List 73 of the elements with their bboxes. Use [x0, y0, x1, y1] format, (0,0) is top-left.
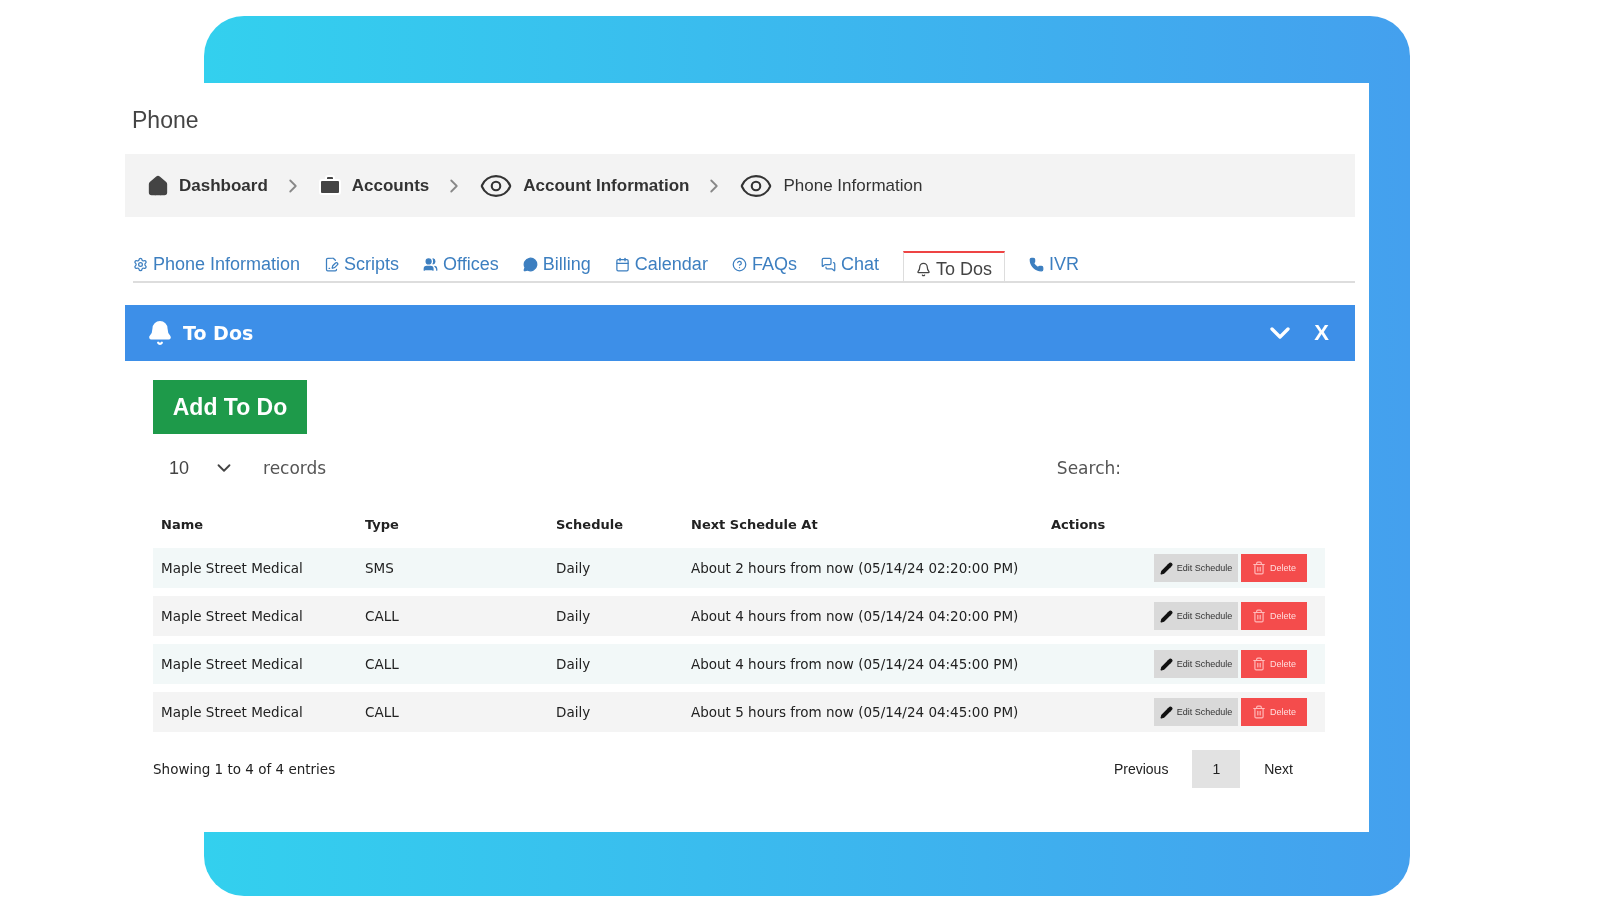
table-cell-text: Maple Street Medical	[161, 560, 304, 576]
table-cell-text: Daily	[556, 656, 592, 672]
page-size-select[interactable]: 10	[153, 457, 236, 479]
tab[interactable]: Offices	[423, 254, 499, 281]
tab[interactable]: Chat	[820, 254, 879, 281]
column-header: Actions	[1051, 516, 1107, 532]
bell-icon	[147, 320, 173, 346]
table-cell-text: CALL	[365, 608, 400, 624]
column-header: Schedule	[556, 516, 624, 532]
trash-icon	[1252, 705, 1266, 719]
column-header: Next Schedule At	[691, 516, 819, 532]
question-icon	[731, 257, 747, 272]
column-header: Name	[161, 516, 204, 532]
chat-icon	[820, 257, 836, 272]
edit-schedule-button[interactable]: Edit Schedule	[1154, 650, 1238, 678]
tab[interactable]: Scripts	[324, 254, 400, 281]
panel-title: To Dos	[183, 322, 255, 344]
trash-icon	[1252, 657, 1266, 671]
table-cell-text: Maple Street Medical	[161, 608, 304, 624]
tab[interactable]: Billing	[522, 254, 591, 281]
close-button[interactable]: X	[1310, 320, 1333, 346]
entries-info: Showing 1 to 4 of 4 entries	[153, 761, 336, 777]
pencil-icon	[1159, 561, 1173, 575]
phone-icon	[1028, 257, 1044, 272]
breadcrumb-link[interactable]: Accounts	[317, 173, 430, 198]
trash-icon	[1252, 561, 1266, 575]
delete-button[interactable]: Delete	[1241, 554, 1307, 582]
trash-icon	[1252, 609, 1266, 623]
table-cell-text: CALL	[365, 704, 400, 720]
table-cell-text: Daily	[556, 560, 592, 576]
table-cell-text: Maple Street Medical	[161, 704, 304, 720]
pencil-icon	[1159, 609, 1173, 623]
edit-schedule-button[interactable]: Edit Schedule	[1154, 602, 1238, 630]
table-cell-text: About 2 hours from now (05/14/24 02:20:00 PM)	[691, 560, 1020, 576]
document-icon	[324, 257, 340, 272]
delete-button[interactable]: Delete	[1241, 698, 1307, 726]
table-cell-text: Daily	[556, 608, 592, 624]
pagination-button[interactable]: Previous	[1093, 750, 1189, 788]
calendar-icon	[614, 257, 630, 272]
delete-button[interactable]: Delete	[1241, 602, 1307, 630]
records-label: records	[263, 458, 327, 478]
table-cell-text: Daily	[556, 704, 592, 720]
page-title: Phone	[131, 107, 200, 134]
table-cell-text: About 4 hours from now (05/14/24 04:45:00 PM)	[691, 656, 1020, 672]
tab[interactable]: IVR	[1028, 254, 1079, 281]
breadcrumb-link[interactable]: Phone Information	[739, 168, 923, 203]
users-icon	[423, 257, 439, 272]
gear-icon	[133, 257, 148, 272]
bell-icon	[915, 261, 931, 277]
pagination-button[interactable]: 1	[1192, 750, 1241, 788]
search-label: Search:	[1056, 458, 1121, 478]
table-cell-text: Maple Street Medical	[161, 656, 304, 672]
speech-bubble-icon	[522, 257, 538, 272]
pencil-icon	[1159, 705, 1173, 719]
edit-schedule-button[interactable]: Edit Schedule	[1154, 554, 1238, 582]
table-cell-text: SMS	[365, 560, 395, 576]
briefcase-icon	[317, 173, 342, 198]
breadcrumb-link[interactable]: Dashboard	[147, 174, 268, 197]
table-cell-text: About 5 hours from now (05/14/24 04:45:00 PM)	[691, 704, 1020, 720]
tab[interactable]: To Dos	[902, 251, 1005, 283]
pagination-button[interactable]: Next	[1244, 750, 1313, 788]
tab[interactable]: Calendar	[614, 254, 708, 281]
home-icon	[147, 174, 169, 197]
edit-schedule-button[interactable]: Edit Schedule	[1154, 698, 1238, 726]
table-cell-text: CALL	[365, 656, 400, 672]
tab[interactable]: Phone Information	[133, 254, 301, 281]
tab[interactable]: FAQs	[731, 254, 797, 281]
column-header: Type	[365, 516, 400, 532]
delete-button[interactable]: Delete	[1241, 650, 1307, 678]
add-todo-button[interactable]: Add To Do	[153, 380, 307, 434]
table-cell-text: About 4 hours from now (05/14/24 04:20:00 PM)	[691, 608, 1020, 624]
breadcrumb-link[interactable]: Account Information	[479, 168, 690, 203]
pencil-icon	[1159, 657, 1173, 671]
